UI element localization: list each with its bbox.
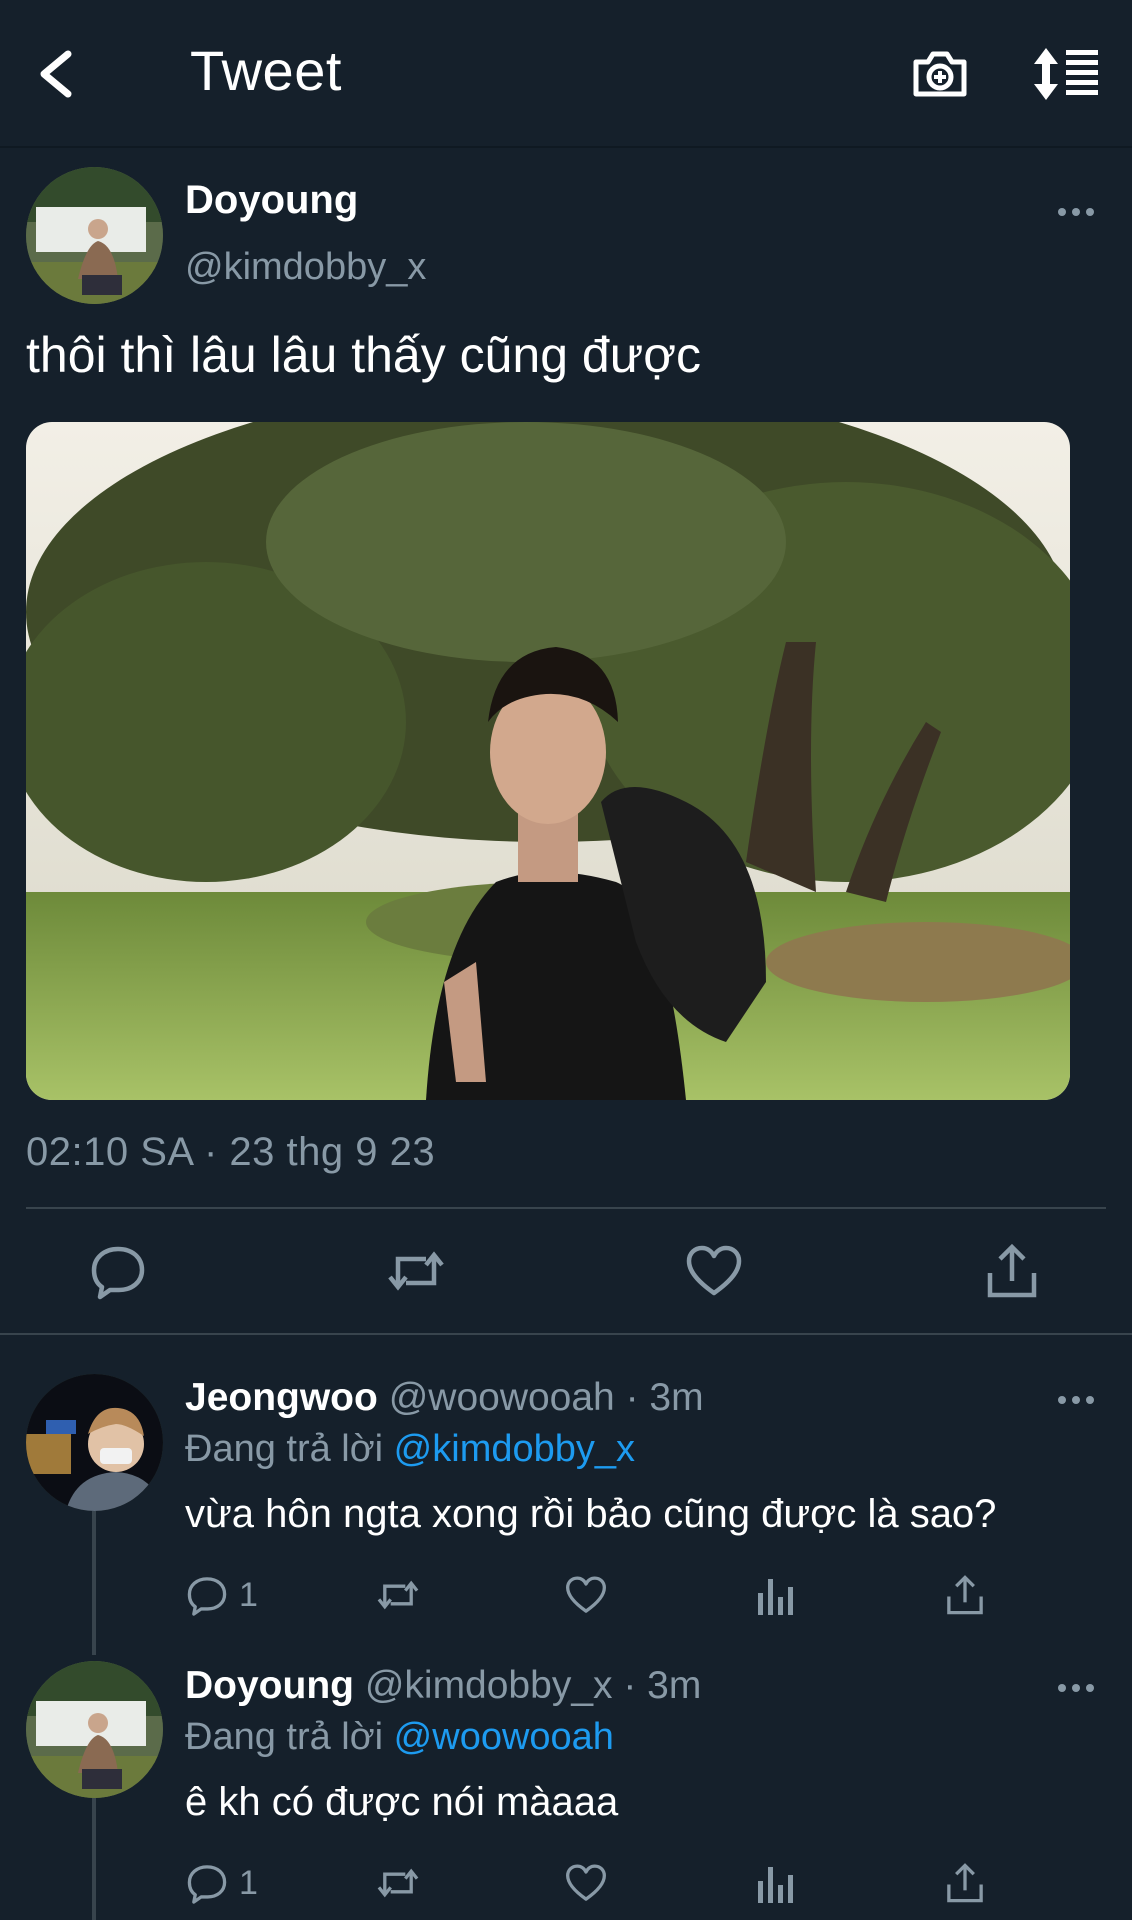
reply-retweet-button[interactable] <box>373 1858 423 1908</box>
replying-label: Đang trả lời <box>185 1716 384 1758</box>
reply-more-button[interactable] <box>1056 1388 1096 1412</box>
more-icon <box>1058 1684 1094 1692</box>
reply-like-button[interactable] <box>564 1858 608 1908</box>
reply-icon <box>187 1865 227 1904</box>
reply-icon <box>187 1577 227 1616</box>
reply-time: · 3m <box>625 1376 704 1419</box>
reply-avatar[interactable] <box>26 1661 163 1798</box>
tweet-photo[interactable] <box>26 422 1070 1100</box>
replying-to: Đang trả lời @kimdobby_x <box>185 1428 635 1471</box>
share-button[interactable] <box>982 1241 1042 1301</box>
reply-text: vừa hôn ngta xong rồi bảo cũng được là s… <box>185 1492 997 1536</box>
reply-author-name[interactable]: Jeongwoo <box>185 1376 378 1419</box>
reply-share-button[interactable] <box>943 1570 987 1620</box>
divider <box>0 1333 1132 1335</box>
more-options-button[interactable] <box>1056 200 1096 224</box>
divider <box>26 1207 1106 1209</box>
reply-share-button[interactable] <box>943 1858 987 1908</box>
analytics-icon <box>758 1867 793 1903</box>
like-icon <box>566 1864 606 1901</box>
more-icon <box>1058 1396 1094 1404</box>
more-icon <box>1058 208 1094 216</box>
tweet-text: thôi thì lâu lâu thấy cũng được <box>26 327 701 383</box>
sort-icon <box>1034 48 1098 100</box>
replying-label: Đang trả lời <box>185 1428 384 1470</box>
retweet-icon <box>377 1868 419 1898</box>
reply-count: 1 <box>239 1863 258 1902</box>
replying-to: Đang trả lời @woowooah <box>185 1716 614 1759</box>
sort-button[interactable] <box>1032 44 1102 104</box>
analytics-icon <box>758 1579 793 1615</box>
share-icon <box>987 1243 1037 1298</box>
page-title: Tweet <box>190 39 342 102</box>
top-bar: Tweet <box>0 0 1132 148</box>
share-icon <box>947 1575 983 1615</box>
camera-add-icon <box>913 51 967 97</box>
reply-more-button[interactable] <box>1056 1676 1096 1700</box>
like-icon <box>566 1576 606 1613</box>
camera-button[interactable] <box>910 44 970 104</box>
reply-analytics-button[interactable] <box>756 1858 796 1908</box>
thread-line <box>92 1792 96 1920</box>
reply-text: ê kh có được nói màaaa <box>185 1780 619 1824</box>
reply-analytics-button[interactable] <box>756 1570 796 1620</box>
author-handle[interactable]: @kimdobby_x <box>185 246 426 289</box>
back-button[interactable] <box>30 38 86 110</box>
share-icon <box>947 1863 983 1903</box>
reply-avatar[interactable] <box>26 1374 163 1511</box>
reply-author-handle[interactable]: @woowooah <box>389 1376 615 1419</box>
reply-header: Doyoung @kimdobby_x · 3m <box>185 1664 701 1708</box>
author-name[interactable]: Doyoung <box>185 178 358 223</box>
replying-mention[interactable]: @kimdobby_x <box>394 1428 635 1470</box>
retweet-icon <box>377 1580 419 1610</box>
reply-retweet-button[interactable] <box>373 1570 423 1620</box>
like-button[interactable] <box>684 1241 744 1301</box>
reply-reply-button[interactable]: 1 <box>185 1570 258 1620</box>
tweet-timestamp: 02:10 SA · 23 thg 9 23 <box>26 1130 436 1174</box>
reply-icon <box>91 1246 145 1300</box>
like-icon <box>686 1245 742 1296</box>
retweet-button[interactable] <box>386 1241 446 1301</box>
reply-reply-button[interactable]: 1 <box>185 1858 258 1908</box>
reply-header: Jeongwoo @woowooah · 3m <box>185 1376 704 1420</box>
chevron-left-icon <box>40 50 72 98</box>
reply-author-name[interactable]: Doyoung <box>185 1664 354 1707</box>
retweet-icon <box>388 1251 444 1291</box>
thread-line <box>92 1505 96 1655</box>
reply-like-button[interactable] <box>564 1570 608 1620</box>
reply-author-handle[interactable]: @kimdobby_x <box>365 1664 613 1707</box>
reply-count: 1 <box>239 1575 258 1614</box>
reply-button[interactable] <box>88 1241 148 1301</box>
reply-time: · 3m <box>623 1664 702 1707</box>
replying-mention[interactable]: @woowooah <box>394 1716 614 1758</box>
author-avatar[interactable] <box>26 167 163 304</box>
